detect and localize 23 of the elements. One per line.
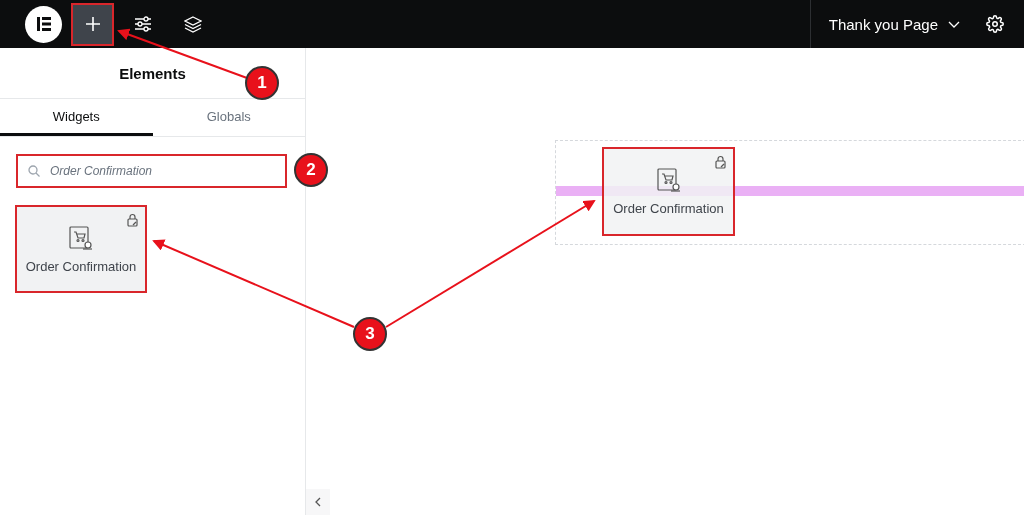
- cart-receipt-icon: [68, 224, 94, 251]
- logo-icon[interactable]: [25, 5, 62, 43]
- panel-title: Elements: [119, 64, 186, 82]
- chevron-left-icon: [315, 497, 321, 507]
- sliders-icon: [133, 16, 152, 32]
- toolbar-button[interactable]: [73, 4, 112, 44]
- search-icon: [28, 165, 40, 177]
- widget-card[interactable]: Order Confirmation: [15, 205, 147, 293]
- cart-receipt-icon: [655, 167, 682, 193]
- plus-icon: [84, 16, 101, 32]
- panel-tab[interactable]: Widgets: [0, 99, 153, 136]
- layers-icon: [183, 15, 202, 33]
- step-number-badge: 1: [245, 66, 279, 100]
- search-field[interactable]: Order Confirmation: [16, 154, 287, 188]
- panel-tab[interactable]: Globals: [152, 99, 305, 136]
- dragged-widget-card[interactable]: Order Confirmation: [602, 147, 735, 236]
- step-number-badge: 2: [294, 153, 328, 187]
- widget-label: Order Confirmation: [613, 201, 724, 216]
- chevron-down-icon: [948, 20, 960, 28]
- page-selector[interactable]: Thank you Page: [828, 15, 960, 33]
- widget-label: Order Confirmation: [25, 258, 137, 274]
- step-number-badge: 3: [353, 317, 387, 351]
- settings-icon[interactable]: [986, 15, 1004, 33]
